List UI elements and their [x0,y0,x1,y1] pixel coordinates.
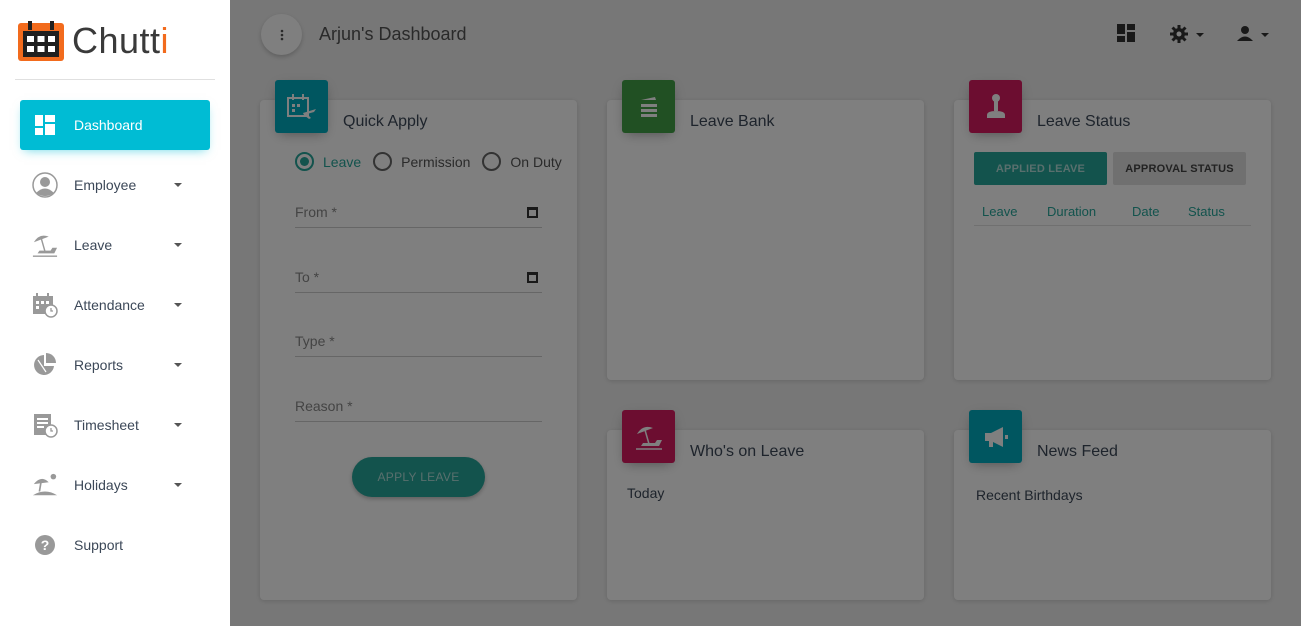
calendar-clock-icon [32,292,58,318]
calendar-logo-icon [18,21,64,61]
main-content: Arjun's Dashboard Quick Apply Leave Per [230,0,1301,626]
dashboard-icon [32,112,58,138]
caret-down-icon [174,243,182,247]
sidebar-item-timesheet[interactable]: Timesheet [20,400,210,450]
svg-text:?: ? [41,537,50,553]
user-circle-icon [32,172,58,198]
brand-name-accent: i [160,20,170,61]
brand[interactable]: Chutti [18,20,169,62]
sidebar: Chutti Dashboard Employee Leave Attendan… [0,0,230,626]
sheet-clock-icon [32,412,58,438]
brand-name-main: Chutt [72,20,161,61]
sidebar-item-employee[interactable]: Employee [20,160,210,210]
caret-down-icon [174,183,182,187]
sidebar-item-attendance[interactable]: Attendance [20,280,210,330]
sidebar-item-label: Leave [74,237,113,253]
island-icon [32,472,58,498]
caret-down-icon [174,363,182,367]
brand-name: Chutti [72,23,169,59]
sidebar-item-holidays[interactable]: Holidays [20,460,210,510]
sidebar-item-label: Reports [74,357,124,373]
brand-divider [15,79,215,80]
pie-chart-icon [32,352,58,378]
beach-umbrella-icon [32,232,58,258]
sidebar-item-label: Dashboard [74,117,143,133]
sidebar-item-leave[interactable]: Leave [20,220,210,270]
modal-backdrop[interactable] [230,0,1301,626]
sidebar-item-dashboard[interactable]: Dashboard [20,100,210,150]
sidebar-item-label: Employee [74,177,137,193]
help-icon: ? [32,532,58,558]
sidebar-item-reports[interactable]: Reports [20,340,210,390]
caret-down-icon [174,423,182,427]
sidebar-item-label: Attendance [74,297,145,313]
sidebar-item-label: Timesheet [74,417,139,433]
sidebar-item-support[interactable]: ? Support [20,520,210,570]
caret-down-icon [174,303,182,307]
sidebar-nav: Dashboard Employee Leave Attendance Repo… [20,100,210,580]
sidebar-item-label: Holidays [74,477,128,493]
sidebar-item-label: Support [74,537,124,553]
caret-down-icon [174,483,182,487]
